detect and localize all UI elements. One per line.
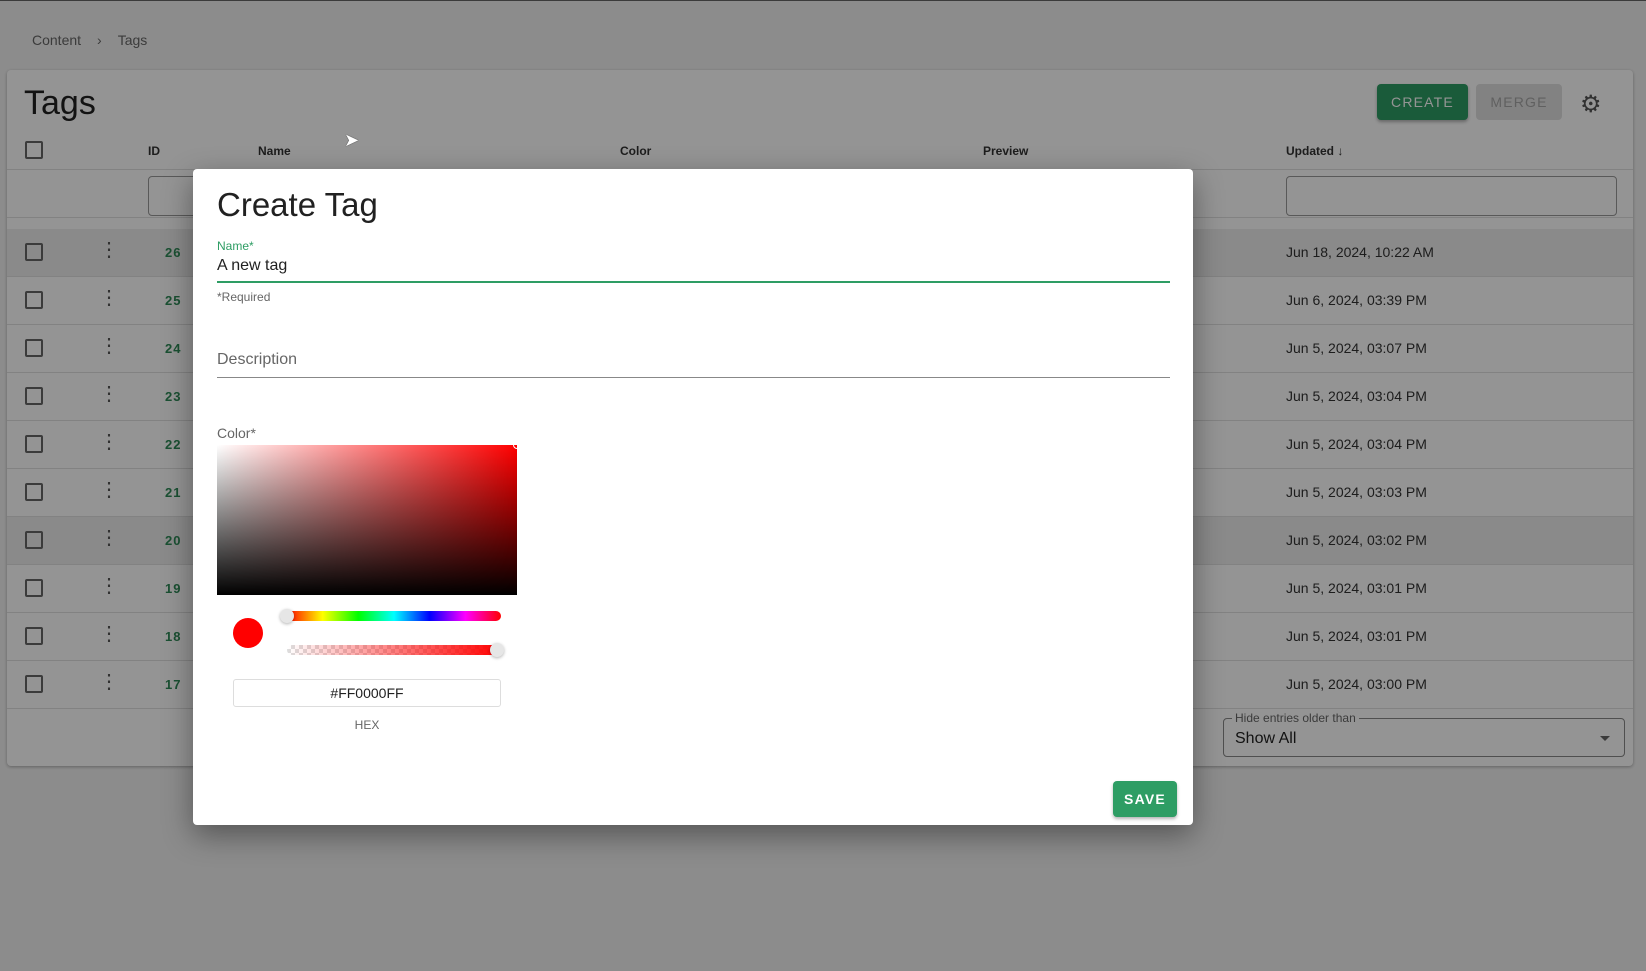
description-input[interactable]: Description [217, 351, 1170, 378]
name-input[interactable]: A new tag [217, 257, 1170, 283]
name-label: Name* [217, 239, 254, 253]
save-button[interactable]: SAVE [1113, 781, 1177, 817]
dialog-title: Create Tag [217, 186, 378, 223]
alpha-slider-thumb[interactable] [490, 643, 504, 657]
alpha-slider[interactable] [287, 643, 504, 657]
hue-slider[interactable] [280, 609, 501, 623]
color-preview-swatch [233, 618, 263, 648]
mouse-cursor-icon: ➤ [344, 130, 360, 150]
color-label: Color* [217, 425, 256, 441]
saturation-value-picker[interactable] [217, 441, 521, 595]
hex-label: HEX [354, 718, 380, 732]
picker-knob[interactable] [513, 441, 521, 449]
required-note: *Required [217, 290, 271, 304]
hue-slider-thumb[interactable] [280, 609, 294, 623]
create-tag-dialog: Create Tag Name* A new tag *Required Des… [193, 169, 1193, 825]
hex-input[interactable]: #FF0000FF [233, 679, 501, 707]
